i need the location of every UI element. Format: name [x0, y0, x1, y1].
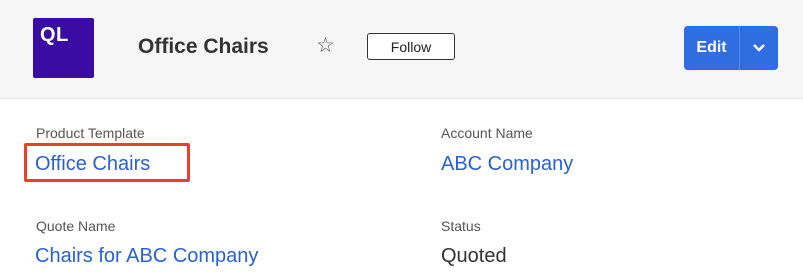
quote-name-link[interactable]: Chairs for ABC Company — [35, 245, 258, 268]
follow-button[interactable]: Follow — [367, 33, 455, 60]
account-name-link[interactable]: ABC Company — [441, 153, 573, 176]
star-icon[interactable]: ☆ — [316, 33, 335, 58]
status-label: Status — [441, 218, 481, 234]
product-template-label: Product Template — [36, 125, 145, 141]
edit-button-group: Edit — [684, 26, 778, 70]
module-avatar: QL — [33, 18, 94, 78]
quote-name-label: Quote Name — [36, 218, 116, 234]
status-value: Quoted — [441, 245, 507, 267]
avatar-text: QL — [40, 24, 69, 46]
highlight-box — [24, 143, 190, 182]
account-name-label: Account Name — [441, 125, 533, 141]
edit-button[interactable]: Edit — [684, 26, 740, 70]
edit-dropdown-button[interactable] — [740, 26, 778, 70]
chevron-down-icon — [753, 44, 765, 52]
record-title: Office Chairs — [138, 35, 269, 58]
record-header: QL Office Chairs ☆ Follow Edit — [0, 0, 803, 99]
